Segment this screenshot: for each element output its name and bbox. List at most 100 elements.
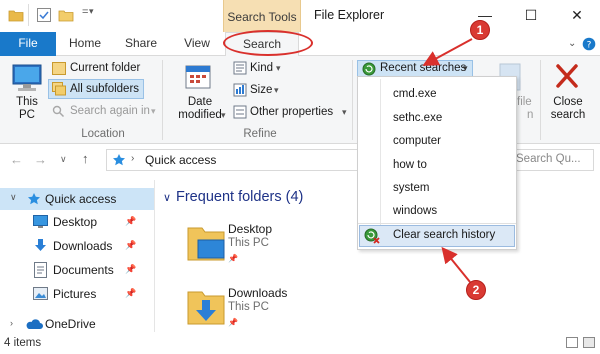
this-pc-icon[interactable] (10, 62, 44, 94)
nav-item-desktop[interactable]: Desktop 📌 (0, 211, 154, 233)
location-group-label: Location (81, 128, 125, 140)
menu-item[interactable]: computer (393, 135, 441, 147)
recent-searches-label: Recent searches (380, 62, 467, 74)
back-icon[interactable]: ← (10, 152, 23, 167)
pin-icon[interactable]: 📌 (125, 288, 136, 299)
tab-view[interactable]: View (176, 32, 218, 56)
chevron-down-icon[interactable]: ▾ (274, 85, 279, 96)
pin-icon[interactable]: 📌 (228, 254, 238, 263)
up-icon[interactable]: ↑ (82, 151, 89, 166)
close-search-icon[interactable] (555, 63, 579, 89)
qat-customize-icon[interactable]: = (82, 6, 88, 18)
help-icon[interactable]: ? (582, 37, 596, 51)
chevron-down-icon[interactable]: ∨ (10, 192, 17, 203)
chevron-down-icon[interactable]: ▾ (276, 63, 281, 74)
nav-label: Documents (53, 263, 114, 277)
open-file-location-label[interactable]: file (517, 96, 532, 108)
close-button[interactable]: ✕ (554, 0, 600, 32)
current-folder-button[interactable]: Current folder (70, 62, 140, 74)
clear-search-history-label: Clear search history (393, 229, 496, 241)
subfolders-icon (52, 82, 66, 96)
nav-item-onedrive[interactable]: OneDrive (0, 313, 154, 335)
folder-name[interactable]: Desktop (228, 222, 272, 236)
folder-name[interactable]: Downloads (228, 286, 287, 300)
quick-access-star-icon (28, 193, 40, 205)
other-properties-button[interactable]: Other properties (250, 106, 333, 118)
pin-icon[interactable]: 📌 (228, 318, 238, 327)
group-divider (352, 60, 353, 140)
details-view-icon[interactable] (566, 337, 578, 348)
chevron-down-icon[interactable]: ▾ (151, 106, 156, 117)
other-properties-icon (233, 105, 247, 119)
nav-item-pictures[interactable]: Pictures 📌 (0, 283, 154, 305)
recent-locations-icon[interactable]: ∨ (60, 154, 67, 165)
large-icons-view-icon[interactable] (583, 337, 595, 348)
desktop-folder-icon[interactable] (186, 220, 226, 264)
chevron-down-icon[interactable]: ▾ (342, 107, 347, 118)
menu-item[interactable]: windows (393, 205, 437, 217)
properties-icon[interactable] (36, 8, 52, 22)
quick-access-star-icon (113, 154, 125, 166)
search-tools-context-header: Search Tools (223, 0, 301, 32)
group-divider (162, 60, 163, 140)
item-count: 4 items (4, 337, 42, 349)
tab-file[interactable]: File (0, 32, 56, 56)
chevron-down-icon[interactable]: ▾ (221, 110, 226, 121)
status-bar: 4 items (0, 334, 600, 354)
pin-icon[interactable]: 📌 (125, 264, 136, 275)
all-subfolders-button[interactable]: All subfolders (70, 83, 139, 95)
menu-item[interactable]: cmd.exe (393, 88, 436, 100)
download-arrow-icon (35, 239, 46, 251)
menu-item[interactable]: how to (393, 159, 427, 171)
search-again-button[interactable]: Search again in (70, 105, 150, 117)
divider (28, 4, 29, 26)
maximize-button[interactable]: ☐ (508, 0, 554, 32)
folder-icon (8, 10, 24, 22)
pin-icon[interactable]: 📌 (125, 216, 136, 227)
breadcrumb[interactable]: Quick access (145, 153, 216, 167)
breadcrumb-chevron-icon[interactable]: › (131, 153, 134, 164)
pane-divider[interactable] (154, 180, 155, 332)
search-placeholder: Search Qu... (516, 153, 581, 165)
menu-item[interactable]: system (393, 182, 429, 194)
callout-badge-2: 2 (466, 280, 486, 300)
new-folder-icon[interactable] (58, 8, 74, 22)
size-button[interactable]: Size (250, 84, 272, 96)
group-divider (540, 60, 541, 140)
nav-item-quick-access[interactable]: Quick access (0, 188, 154, 210)
tab-home[interactable]: Home (60, 32, 110, 56)
forward-icon[interactable]: → (34, 152, 47, 167)
pin-icon[interactable]: 📌 (125, 240, 136, 251)
close-search-button[interactable]: Close search (549, 96, 587, 122)
callout-badge-1: 1 (470, 20, 490, 40)
context-tab-label: Search Tools (227, 10, 297, 24)
nav-label: Quick access (45, 192, 117, 206)
search-again-icon (52, 105, 65, 118)
date-modified-button[interactable]: Date modified (172, 96, 228, 122)
open-file-location-label-2: n (527, 109, 534, 121)
ribbon-expand-icon[interactable]: ⌄ (568, 38, 576, 49)
section-title[interactable]: Frequent folders (4) (176, 189, 303, 205)
current-folder-icon (52, 62, 66, 75)
menu-separator (358, 223, 516, 224)
kind-button[interactable]: Kind (250, 62, 273, 74)
chevron-right-icon[interactable]: › (10, 318, 13, 328)
kind-icon (233, 61, 247, 75)
nav-item-documents[interactable]: Documents 📌 (0, 259, 154, 281)
nav-label: Desktop (53, 215, 98, 229)
nav-label: Downloads (53, 239, 113, 253)
menu-item[interactable]: sethc.exe (393, 112, 442, 124)
svg-text:?: ? (587, 41, 592, 51)
this-pc-button[interactable]: This PC (16, 96, 38, 122)
clear-history-icon (364, 228, 380, 244)
menu-gutter (380, 79, 381, 225)
downloads-folder-icon[interactable] (186, 284, 226, 328)
chevron-down-icon[interactable]: ▾ (89, 6, 94, 17)
calendar-icon[interactable] (184, 62, 214, 92)
nav-item-downloads[interactable]: Downloads 📌 (0, 235, 154, 257)
chevron-down-icon[interactable]: ▾ (463, 63, 468, 74)
size-icon (233, 83, 247, 97)
tab-share[interactable]: Share (116, 32, 166, 56)
cloud-icon (26, 319, 43, 329)
chevron-down-icon[interactable]: ∨ (163, 191, 171, 204)
